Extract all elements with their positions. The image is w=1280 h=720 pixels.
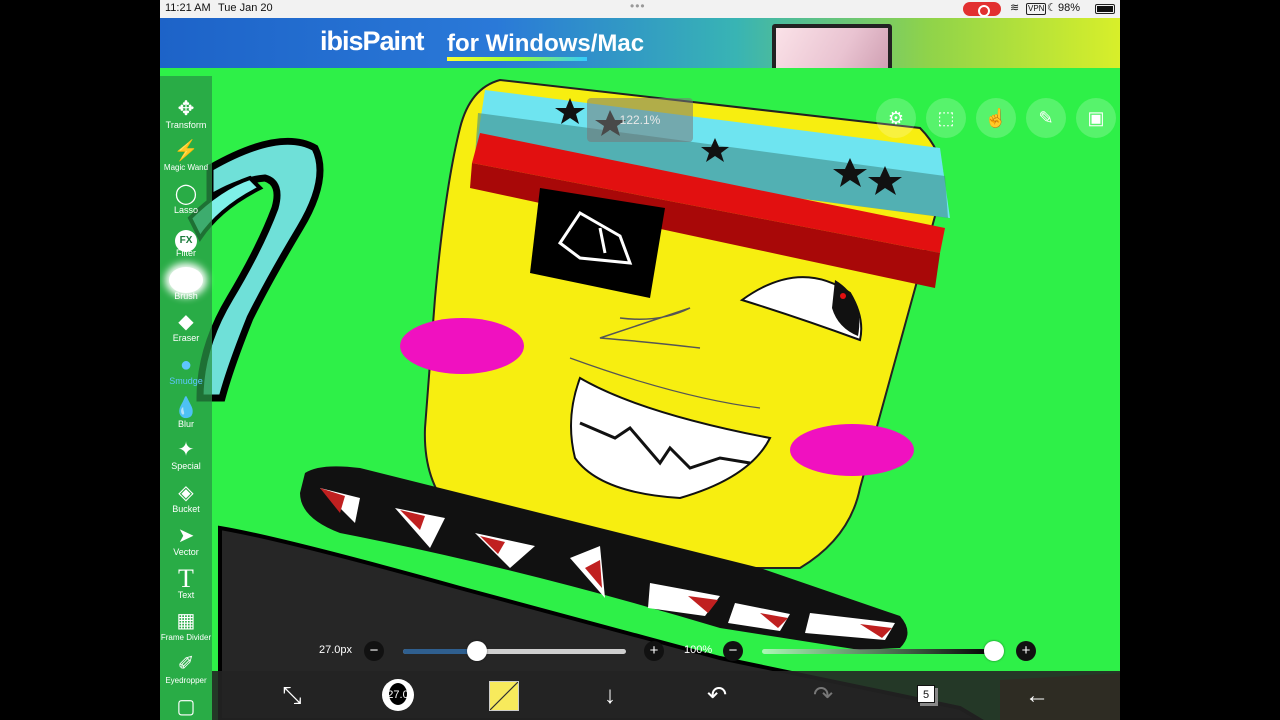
brush-icon: [160, 267, 212, 293]
tool-filter[interactable]: FX Filter: [160, 224, 212, 266]
tool-vector[interactable]: ➤ Vector: [160, 523, 212, 565]
finger-touch-icon[interactable]: ☝: [976, 98, 1016, 138]
tool-magic-wand[interactable]: ⚡ Magic Wand: [160, 138, 212, 180]
banner-device-image: [772, 24, 892, 68]
toggle-panel-icon[interactable]: ⚙: [876, 98, 916, 138]
tool-label: Text: [177, 590, 195, 600]
screen-recording-icon[interactable]: [963, 2, 1001, 17]
bucket-icon: ◈: [178, 482, 194, 504]
layers-button[interactable]: 5: [909, 671, 945, 720]
multitask-dots-icon[interactable]: •••: [630, 0, 646, 13]
tool-sidebar: ✥ Transform ⚡ Magic Wand ◯ Lasso FX Filt…: [160, 76, 212, 720]
battery-percent: 98%: [1058, 2, 1081, 14]
brush-opacity-slider[interactable]: [762, 649, 994, 654]
tool-smudge[interactable]: ● Smudge: [160, 352, 212, 394]
tool-brush[interactable]: Brush: [160, 267, 212, 309]
canvas-tool-icon: ▢: [176, 696, 196, 718]
text-icon: T: [178, 564, 194, 593]
brush-opacity-plus-button[interactable]: +: [1016, 641, 1036, 661]
tool-label: Eyedropper: [165, 676, 207, 685]
tool-transform[interactable]: ✥ Transform: [160, 96, 212, 138]
brush-opacity-minus-button[interactable]: −: [723, 641, 743, 661]
wifi-icon: ≋: [1010, 2, 1020, 14]
layers-count: 5: [917, 685, 935, 703]
tool-label: Vector: [173, 547, 199, 557]
tool-label: Smudge: [169, 376, 203, 386]
status-time: 11:21 AM: [165, 2, 211, 14]
tool-label: Magic Wand: [163, 163, 209, 172]
brush-preview-button[interactable]: 27.0: [380, 671, 416, 720]
ibispaint-logo: ibisPaint: [320, 26, 425, 56]
tool-frame-divider[interactable]: ▦ Frame Divider: [160, 608, 212, 650]
special-icon: ✦: [177, 439, 195, 461]
down-arrow-icon[interactable]: ↓: [592, 671, 628, 720]
tool-eraser[interactable]: ◆ Eraser: [160, 309, 212, 351]
focus-moon-icon: ☾: [1047, 2, 1057, 14]
drawing-canvas[interactable]: [160, 68, 1120, 720]
lasso-icon: ◯: [174, 183, 198, 205]
selection-icon[interactable]: ⬚: [926, 98, 966, 138]
tool-eyedropper[interactable]: ✐ Eyedropper: [160, 651, 212, 693]
tool-text[interactable]: T Text: [160, 566, 212, 608]
battery-icon: [1095, 4, 1115, 14]
banner-tagline: for Windows/Mac: [447, 30, 645, 61]
brush-size-knob[interactable]: [466, 641, 487, 661]
tool-label: Bucket: [172, 504, 200, 514]
tool-label: Blur: [177, 419, 194, 429]
tool-blur[interactable]: 💧 Blur: [160, 395, 212, 437]
smudge-icon: ●: [179, 354, 193, 376]
ad-banner[interactable]: ibisPaint for Windows/Mac: [160, 18, 1120, 68]
undo-icon[interactable]: ↶: [699, 671, 735, 720]
status-bar: 11:21 AM Tue Jan 20 ••• ≋ VPN ☾ 98%: [160, 0, 1120, 18]
tool-special[interactable]: ✦ Special: [160, 437, 212, 479]
eraser-icon: ◆: [178, 311, 194, 333]
filter-icon: FX: [160, 224, 212, 252]
vector-icon: ➤: [177, 525, 195, 547]
tool-label: Transform: [165, 120, 207, 130]
bottom-toolbar: ⤡ 27.0 ↓ ↶ ↷ 5 ←: [212, 671, 1120, 720]
magic-wand-icon: ⚡: [173, 140, 199, 162]
brush-opacity-knob[interactable]: [984, 641, 1004, 661]
color-swatch-button[interactable]: [489, 671, 519, 720]
tool-label: Brush: [174, 291, 198, 301]
tool-label: Frame Divider: [160, 633, 212, 642]
tool-label: Eraser: [172, 333, 200, 343]
tool-label: Lasso: [173, 205, 199, 215]
brush-size-minus-button[interactable]: −: [364, 641, 384, 661]
brush-preview-value: 27.0: [387, 689, 409, 701]
blur-icon: 💧: [173, 397, 199, 419]
tool-label: Filter: [176, 248, 196, 258]
brush-opacity-value: 100%: [684, 644, 713, 656]
redo-icon[interactable]: ↷: [805, 671, 841, 720]
brush-size-plus-button[interactable]: +: [644, 641, 664, 661]
tool-partial-next[interactable]: ▢: [160, 694, 212, 720]
brush-size-value: 27.0px: [319, 644, 353, 656]
back-arrow-icon[interactable]: ←: [1017, 671, 1057, 720]
frame-divider-icon: ▦: [176, 610, 196, 632]
reference-image-icon[interactable]: ▣: [1076, 98, 1116, 138]
tool-bucket[interactable]: ◈ Bucket: [160, 480, 212, 522]
status-date: Tue Jan 20: [218, 2, 273, 14]
eyedropper-icon: ✐: [177, 653, 195, 675]
zoom-indicator: 122.1%: [587, 98, 693, 142]
brush-size-fill: [403, 649, 477, 654]
ruler-pencil-icon[interactable]: ✎: [1026, 98, 1066, 138]
tool-label: Special: [171, 461, 201, 471]
ibispaint-screen: 11:21 AM Tue Jan 20 ••• ≋ VPN ☾ 98% ibis…: [160, 0, 1120, 720]
vpn-badge: VPN: [1026, 3, 1047, 15]
tool-lasso[interactable]: ◯ Lasso: [160, 181, 212, 223]
tool-switch-icon[interactable]: ⤡: [274, 671, 310, 720]
transform-icon: ✥: [177, 98, 195, 120]
